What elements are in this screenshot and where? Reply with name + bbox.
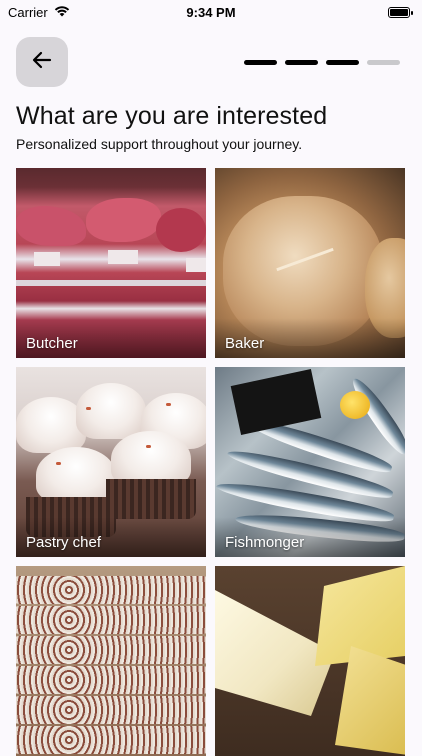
progress-step-4 xyxy=(367,60,400,65)
option-label: Pastry chef xyxy=(26,534,102,551)
arrow-left-icon xyxy=(32,51,52,74)
option-label: Fishmonger xyxy=(225,534,305,551)
option-tile-baker[interactable]: Baker xyxy=(215,168,405,358)
option-label: Baker xyxy=(225,335,265,352)
option-tile-pastry-chef[interactable]: Pastry chef xyxy=(16,367,206,557)
progress-indicator xyxy=(244,60,400,65)
option-tile-charcutier[interactable] xyxy=(16,566,206,756)
salami-image xyxy=(16,566,206,756)
progress-step-1 xyxy=(244,60,277,65)
option-tile-fishmonger[interactable]: Fishmonger xyxy=(215,367,405,557)
option-label: Butcher xyxy=(26,335,78,352)
battery-icon xyxy=(388,6,413,18)
page-title: What are you are interested xyxy=(16,102,328,130)
status-bar: Carrier 9:34 PM xyxy=(0,0,422,24)
option-tile-cheesemonger[interactable] xyxy=(215,566,405,756)
status-left: Carrier xyxy=(8,5,70,20)
cheese-image xyxy=(215,566,405,756)
option-tile-butcher[interactable]: Butcher xyxy=(16,168,206,358)
back-button[interactable] xyxy=(16,37,68,87)
progress-step-2 xyxy=(285,60,318,65)
wifi-icon xyxy=(54,5,70,20)
interest-grid: Butcher Baker Pastry chef Fishmonger xyxy=(16,168,406,756)
carrier-label: Carrier xyxy=(8,4,48,20)
progress-step-3 xyxy=(326,60,359,65)
page-subtitle: Personalized support throughout your jou… xyxy=(16,136,303,152)
